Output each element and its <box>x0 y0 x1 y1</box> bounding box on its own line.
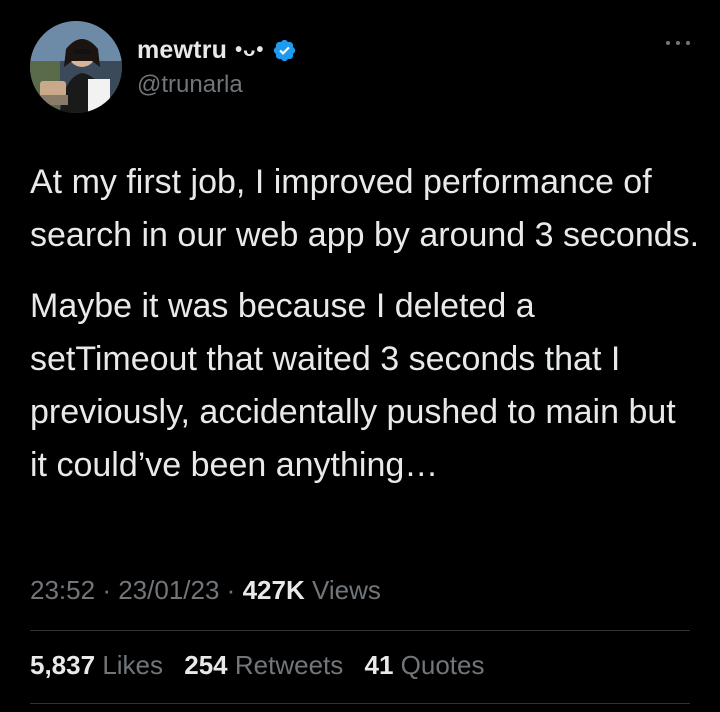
avatar[interactable] <box>30 21 122 113</box>
retweets-count: 254 <box>184 650 228 680</box>
likes-label: Likes <box>102 650 164 680</box>
quotes-count: 41 <box>364 650 394 680</box>
likes-count: 5,837 <box>30 650 96 680</box>
tweet-meta: 23:52 · 23/01/23 · 427K Views <box>30 575 381 606</box>
more-horizontal-icon[interactable] <box>666 36 690 50</box>
author-name-emoji: •ᴗ• <box>235 38 265 61</box>
retweets-label: Retweets <box>234 650 344 680</box>
tweet-paragraph: At my first job, I improved performance … <box>30 163 700 254</box>
quotes-stat[interactable]: 41 Quotes <box>365 650 485 680</box>
tweet-paragraph: Maybe it was because I deleted a setTime… <box>30 287 676 484</box>
quotes-label: Quotes <box>400 650 485 680</box>
divider <box>30 703 690 704</box>
tweet-card: mewtru •ᴗ• @trunarla At my first job, I … <box>0 0 720 712</box>
author-name-row: mewtru •ᴗ• <box>137 33 297 67</box>
more-dot <box>686 41 690 45</box>
likes-stat[interactable]: 5,837 Likes <box>30 650 170 680</box>
author-handle[interactable]: @trunarla <box>137 71 243 99</box>
more-dot <box>666 41 670 45</box>
meta-separator: · <box>226 575 236 605</box>
engagement-stats: 5,837 Likes 254 Retweets 41 Quotes <box>30 650 498 681</box>
verified-badge-icon <box>272 38 297 63</box>
divider <box>30 630 690 631</box>
meta-separator: · <box>102 575 111 605</box>
views-count: 427K <box>242 575 305 605</box>
tweet-date[interactable]: 23/01/23 <box>118 575 219 605</box>
tweet-time[interactable]: 23:52 <box>30 575 95 605</box>
retweets-stat[interactable]: 254 Retweets <box>184 650 350 680</box>
author-display-name[interactable]: mewtru <box>137 36 227 65</box>
views-label: Views <box>311 575 381 605</box>
more-dot <box>676 41 680 45</box>
tweet-text: At my first job, I improved performance … <box>30 156 702 492</box>
avatar-image <box>30 21 122 113</box>
